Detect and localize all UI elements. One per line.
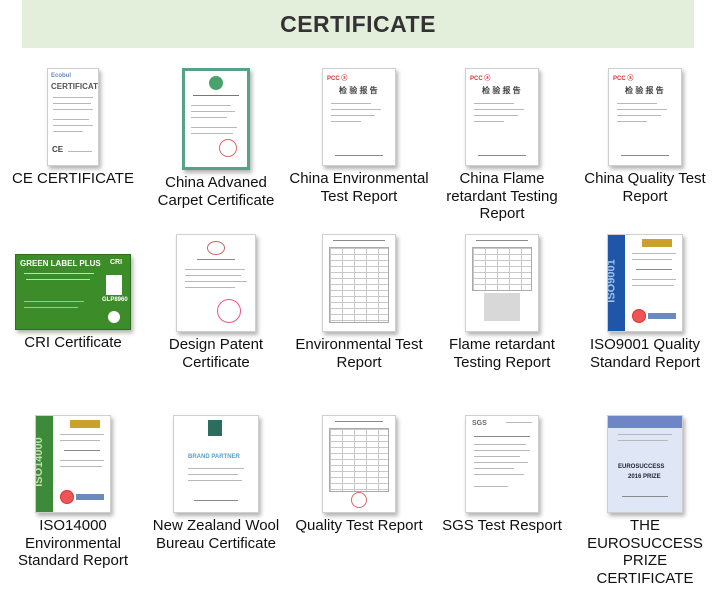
certificate-card[interactable]: EUROSUCCESS 2016 PRIZE THE EUROSUCCESS P…: [575, 415, 715, 587]
certificate-label: China Quality Test Report: [584, 170, 706, 205]
report-title: 检 验 报 告: [625, 86, 664, 95]
certificate-card[interactable]: Ecobul CERTIFICATE CE CE CERTIFICATE: [3, 68, 143, 188]
sgs-brand: SGS: [472, 420, 487, 427]
euro-year: 2016 PRIZE: [628, 474, 661, 480]
certificate-card[interactable]: SGS SGS Test Resport: [432, 415, 572, 535]
certificate-label: Design Patent Certificate: [168, 336, 264, 371]
certificate-card[interactable]: Design Patent Certificate: [146, 234, 286, 371]
certificate-label: China Advaned Carpet Certificate: [157, 174, 275, 209]
certificate-card[interactable]: GREEN LABEL PLUS CRI GLP8960 CRI Certifi…: [3, 254, 143, 352]
sgs-report-icon: SGS: [465, 415, 539, 513]
eurosuccess-icon: EUROSUCCESS 2016 PRIZE: [607, 415, 683, 513]
report-title: 检 验 报 告: [482, 86, 521, 95]
certificate-label: CRI Certificate: [24, 334, 122, 351]
report-title: 检 验 报 告: [339, 86, 378, 95]
iso14000-icon: ISO14000: [35, 415, 111, 513]
ce-certificate-icon: Ecobul CERTIFICATE CE: [47, 68, 99, 166]
ce-mark: CE: [52, 145, 64, 154]
certificate-card[interactable]: ISO9001 ISO9001 Quality Standard Report: [575, 234, 715, 371]
certificate-card[interactable]: PCC ⓐ 检 验 报 告 China Quality Test Report: [575, 68, 715, 205]
certificate-card[interactable]: BRAND PARTNER New Zealand Wool Bureau Ce…: [146, 415, 286, 552]
certificate-card[interactable]: China Advaned Carpet Certificate: [146, 68, 286, 209]
quality-table-icon: [322, 415, 396, 513]
certificate-label: CE CERTIFICATE: [12, 170, 134, 187]
page-title: CERTIFICATE: [280, 10, 436, 37]
certificate-label: Quality Test Report: [295, 517, 423, 534]
certificate-label: China Flame retardant Testing Report: [446, 170, 558, 222]
iso9001-side: ISO9001: [607, 259, 618, 303]
environmental-table-icon: [322, 234, 396, 332]
cri-certificate-icon: GREEN LABEL PLUS CRI GLP8960: [15, 254, 131, 330]
wool-bureau-icon: BRAND PARTNER: [173, 415, 259, 513]
certificate-card[interactable]: PCC ⓐ 检 验 报 告 China Flame retardant Test…: [432, 68, 572, 223]
certificate-label: China Environmental Test Report: [289, 170, 429, 205]
iso9001-icon: ISO9001: [607, 234, 683, 332]
flame-table-icon: [465, 234, 539, 332]
certificate-label: New Zealand Wool Bureau Certificate: [152, 517, 280, 552]
cri-id: GLP8960: [102, 297, 128, 303]
cri-banner: GREEN LABEL PLUS: [20, 259, 101, 268]
cri-logo: CRI: [110, 259, 123, 266]
design-patent-icon: [176, 234, 256, 332]
euro-title: EUROSUCCESS: [618, 464, 665, 470]
certificate-label: ISO14000 Environmental Standard Report: [17, 517, 129, 569]
certificate-label: Flame retardant Testing Report: [449, 336, 555, 371]
header-banner: CERTIFICATE: [22, 0, 694, 48]
flame-report-icon: PCC ⓐ 检 验 报 告: [465, 68, 539, 166]
certificate-card[interactable]: ISO14000 ISO14000 Environmental Standard…: [3, 415, 143, 570]
environmental-report-icon: PCC ⓐ 检 验 报 告: [322, 68, 396, 166]
certificate-label: THE EUROSUCCESS PRIZE CERTIFICATE: [587, 517, 703, 587]
certificate-card[interactable]: Environmental Test Report: [289, 234, 429, 371]
wool-brand-text: BRAND PARTNER: [188, 454, 240, 460]
iso14000-side: ISO14000: [35, 437, 45, 487]
quality-report-icon: PCC ⓐ 检 验 报 告: [608, 68, 682, 166]
certificate-label: SGS Test Resport: [442, 517, 562, 534]
certificate-card[interactable]: Flame retardant Testing Report: [432, 234, 572, 371]
ce-brand: Ecobul: [51, 73, 72, 79]
certificate-card[interactable]: PCC ⓐ 检 验 报 告 China Environmental Test R…: [289, 68, 429, 205]
ce-title: CERTIFICATE: [51, 82, 99, 91]
certificate-label: Environmental Test Report: [295, 336, 423, 371]
china-carpet-certificate-icon: [182, 68, 250, 170]
certificate-card[interactable]: Quality Test Report: [289, 415, 429, 535]
certificate-label: ISO9001 Quality Standard Report: [589, 336, 701, 371]
